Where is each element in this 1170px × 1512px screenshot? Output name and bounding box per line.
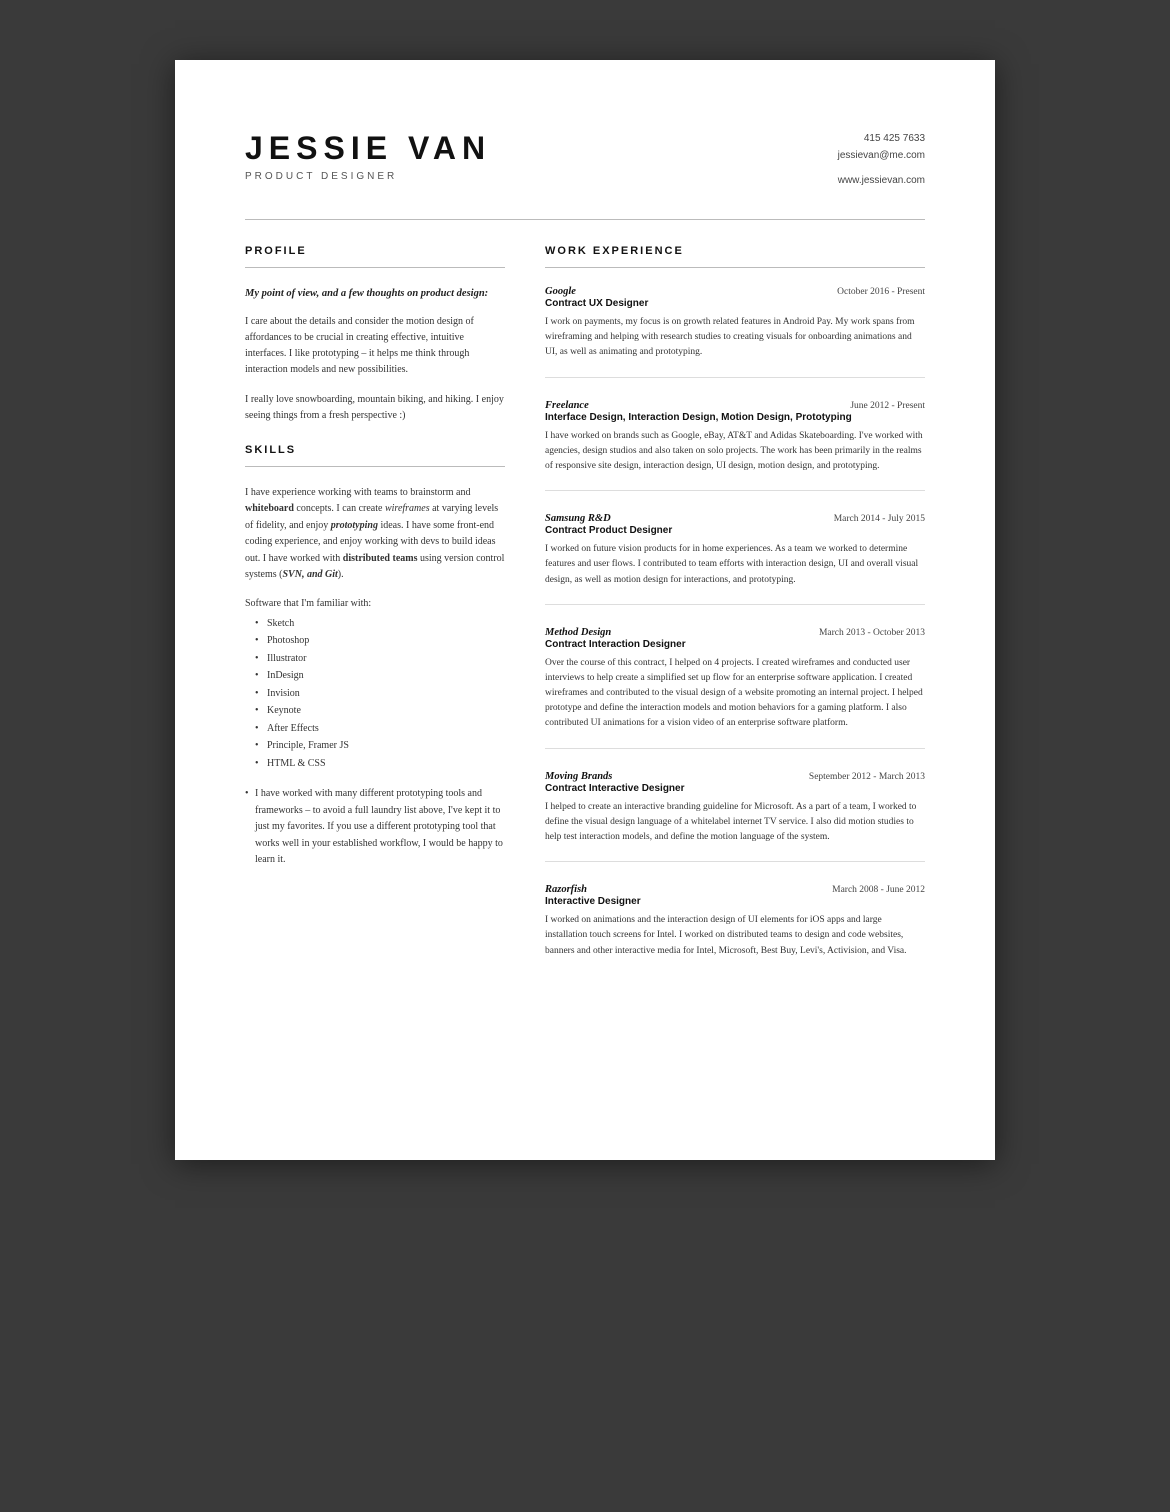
software-heading: Software that I'm familiar with: [245, 598, 505, 609]
job-entry: Freelance June 2012 - Present Interface … [545, 400, 925, 492]
profile-paragraph1: I care about the details and consider th… [245, 314, 505, 378]
profile-divider [245, 267, 505, 268]
job-divider [545, 604, 925, 605]
job-description: I worked on animations and the interacti… [545, 913, 925, 959]
software-list: Sketch Photoshop Illustrator InDesign In… [245, 615, 505, 773]
resume-header: JESSIE VAN PRODUCT DESIGNER 415 425 7633… [245, 130, 925, 189]
skill-indesign: InDesign [255, 667, 505, 685]
skills-note: I have worked with many different protot… [245, 786, 505, 869]
job-title: Contract Product Designer [545, 525, 925, 536]
job-company: Moving Brands [545, 771, 612, 782]
job-title: Interface Design, Interaction Design, Mo… [545, 412, 925, 423]
job-title: Contract Interaction Designer [545, 639, 925, 650]
skills-section-title: SKILLS [245, 444, 505, 456]
profile-intro: My point of view, and a few thoughts on … [245, 286, 505, 302]
job-dates: March 2008 - June 2012 [832, 885, 925, 895]
job-description: Over the course of this contract, I help… [545, 656, 925, 732]
job-title: Contract UX Designer [545, 298, 925, 309]
phone-number: 415 425 7633 [838, 130, 925, 147]
job-description: I have worked on brands such as Google, … [545, 429, 925, 475]
work-section-title: WORK EXPERIENCE [545, 245, 925, 257]
job-entry: Samsung R&D March 2014 - July 2015 Contr… [545, 513, 925, 605]
job-divider [545, 861, 925, 862]
skill-html-css: HTML & CSS [255, 755, 505, 773]
job-entry: Method Design March 2013 - October 2013 … [545, 627, 925, 749]
skill-illustrator: Illustrator [255, 650, 505, 668]
skill-keynote: Keynote [255, 702, 505, 720]
job-divider [545, 377, 925, 378]
job-entry: Google October 2016 - Present Contract U… [545, 286, 925, 378]
job-entry: Moving Brands September 2012 - March 201… [545, 771, 925, 863]
profile-paragraph2: I really love snowboarding, mountain bik… [245, 392, 505, 424]
job-dates: June 2012 - Present [850, 401, 925, 411]
job-header: Method Design March 2013 - October 2013 [545, 627, 925, 638]
job-header: Moving Brands September 2012 - March 201… [545, 771, 925, 782]
job-header: Google October 2016 - Present [545, 286, 925, 297]
job-description: I helped to create an interactive brandi… [545, 800, 925, 846]
resume-page: JESSIE VAN PRODUCT DESIGNER 415 425 7633… [175, 60, 995, 1160]
skills-paragraph: I have experience working with teams to … [245, 485, 505, 584]
skills-divider [245, 466, 505, 467]
profile-section-title: PROFILE [245, 245, 505, 257]
work-divider [545, 267, 925, 268]
jobs-container: Google October 2016 - Present Contract U… [545, 286, 925, 959]
header-left: JESSIE VAN PRODUCT DESIGNER [245, 130, 491, 182]
header-divider [245, 219, 925, 220]
left-column: PROFILE My point of view, and a few thou… [245, 245, 505, 981]
skill-principle-framer: Principle, Framer JS [255, 737, 505, 755]
candidate-name: JESSIE VAN [245, 130, 491, 167]
candidate-title: PRODUCT DESIGNER [245, 171, 491, 182]
job-entry: Razorfish March 2008 - June 2012 Interac… [545, 884, 925, 959]
job-company: Razorfish [545, 884, 587, 895]
skill-invision: Invision [255, 685, 505, 703]
job-title: Interactive Designer [545, 896, 925, 907]
header-contact: 415 425 7633 jessievan@me.com www.jessie… [838, 130, 925, 189]
job-divider [545, 490, 925, 491]
job-description: I work on payments, my focus is on growt… [545, 315, 925, 361]
job-header: Razorfish March 2008 - June 2012 [545, 884, 925, 895]
job-dates: October 2016 - Present [837, 287, 925, 297]
main-content: PROFILE My point of view, and a few thou… [245, 245, 925, 981]
skill-sketch: Sketch [255, 615, 505, 633]
job-company: Freelance [545, 400, 589, 411]
job-divider [545, 748, 925, 749]
job-dates: March 2013 - October 2013 [819, 628, 925, 638]
job-description: I worked on future vision products for i… [545, 542, 925, 588]
profile-section: PROFILE My point of view, and a few thou… [245, 245, 505, 424]
job-company: Samsung R&D [545, 513, 611, 524]
job-dates: September 2012 - March 2013 [809, 772, 925, 782]
skills-section: SKILLS I have experience working with te… [245, 444, 505, 869]
job-header: Samsung R&D March 2014 - July 2015 [545, 513, 925, 524]
job-dates: March 2014 - July 2015 [834, 514, 925, 524]
skill-after-effects: After Effects [255, 720, 505, 738]
website-url: www.jessievan.com [838, 172, 925, 189]
job-company: Method Design [545, 627, 611, 638]
skill-photoshop: Photoshop [255, 632, 505, 650]
email-address: jessievan@me.com [838, 147, 925, 164]
right-column: WORK EXPERIENCE Google October 2016 - Pr… [545, 245, 925, 981]
job-company: Google [545, 286, 576, 297]
job-title: Contract Interactive Designer [545, 783, 925, 794]
job-header: Freelance June 2012 - Present [545, 400, 925, 411]
profile-intro-text: My point of view, and a few thoughts on … [245, 288, 488, 299]
